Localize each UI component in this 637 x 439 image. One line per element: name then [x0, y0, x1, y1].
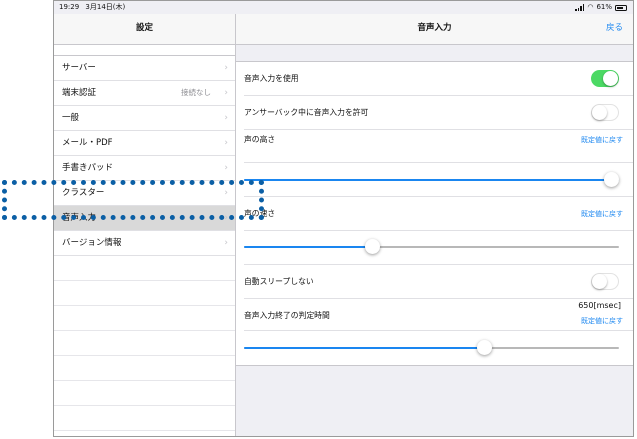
row-use-voice: 音声入力を使用 [244, 62, 633, 96]
row-voiceover: アンサーバック中に音声入力を許可 [244, 96, 633, 130]
main-header: 音声入力 戻る [236, 14, 633, 45]
empty-row [54, 331, 235, 356]
row-auto-sleep: 自動スリープしない [244, 265, 633, 299]
sidebar-item[interactable]: クラスター › [54, 181, 235, 206]
toggle-knob [592, 105, 607, 120]
row-pitch-slider [244, 163, 633, 197]
sidebar-item[interactable]: 端末認証 接続なし › [54, 81, 235, 106]
sidebar-title: 設定 [54, 14, 235, 45]
row-speed: 声の速さ 既定値に戻す [244, 197, 633, 231]
chevron-right-icon: › [224, 188, 228, 198]
chevron-right-icon: › [224, 63, 228, 73]
pitch-label: 声の高さ [244, 135, 276, 144]
sidebar-item-label: バージョン情報 [62, 238, 122, 248]
empty-row [54, 306, 235, 331]
toggle-knob [603, 71, 618, 86]
chevron-right-icon: › [224, 238, 228, 248]
speed-reset-link[interactable]: 既定値に戻す [581, 209, 623, 219]
empty-row [54, 281, 235, 306]
status-bar: 19:29 3月14日(木) ◠ 61% [54, 1, 633, 14]
ipad-screen: 19:29 3月14日(木) ◠ 61% 設定 サーバー › 端末認証 接続なし › 一般… [53, 0, 634, 437]
sidebar-item-label: サーバー [62, 63, 96, 73]
auto-sleep-label: 自動スリープしない [244, 277, 314, 286]
battery-icon [615, 4, 627, 11]
signal-icon [575, 4, 585, 11]
pitch-reset-link[interactable]: 既定値に戻す [581, 135, 623, 145]
slider-fill [244, 179, 619, 181]
slider-thumb[interactable] [477, 340, 492, 355]
auto-sleep-toggle[interactable] [591, 273, 619, 290]
end-time-slider[interactable] [244, 340, 619, 355]
use-voice-label: 音声入力を使用 [244, 74, 299, 83]
row-speed-slider [244, 231, 633, 265]
empty-row [54, 381, 235, 406]
slider-fill [244, 347, 484, 349]
chevron-right-icon: › [224, 88, 228, 98]
pitch-slider[interactable] [244, 172, 619, 187]
sidebar-item-label: 音声入力 [62, 213, 97, 223]
sidebar-item-label: 手書きパッド [62, 163, 114, 173]
empty-row [54, 406, 235, 431]
slider-thumb[interactable] [604, 172, 619, 187]
speed-slider[interactable] [244, 239, 619, 254]
chevron-right-icon: › [224, 138, 228, 148]
sidebar-item[interactable]: メール・PDF › [54, 131, 235, 156]
row-end-time-slider [244, 331, 633, 365]
sidebar-item-label: クラスター [62, 188, 105, 198]
end-time-reset-link[interactable]: 既定値に戻す [581, 316, 623, 326]
row-end-time: 音声入力終了の判定時間 650[msec] 既定値に戻す [244, 299, 633, 331]
voice-input-panel: 音声入力 戻る 音声入力を使用 アンサーバック中に音声入力を許可 声の高さ 既定… [236, 14, 633, 436]
settings-sidebar: 設定 サーバー › 端末認証 接続なし › 一般 › メール・PDF › 手書きパッド › クラスター… [54, 14, 236, 436]
voiceover-toggle[interactable] [591, 104, 619, 121]
slider-thumb[interactable] [364, 239, 380, 254]
chevron-right-icon: › [224, 163, 228, 173]
sidebar-item-label: 端末認証 [62, 88, 97, 98]
sidebar-item-label: メール・PDF [62, 138, 113, 148]
sidebar-item[interactable]: バージョン情報 › [54, 231, 235, 256]
voice-settings-group: 音声入力を使用 アンサーバック中に音声入力を許可 声の高さ 既定値に戻す 声の速… [236, 61, 633, 366]
sidebar-item-label: 一般 [62, 113, 80, 123]
sidebar-item-detail: 接続なし [181, 88, 211, 97]
status-time: 19:29 [59, 3, 80, 11]
speed-label: 声の速さ [244, 209, 276, 218]
empty-row [54, 256, 235, 281]
slider-fill [244, 246, 372, 248]
empty-row [54, 356, 235, 381]
status-date: 3月14日(木) [85, 3, 126, 11]
battery-percent: 61% [596, 3, 612, 11]
chevron-right-icon: › [224, 213, 228, 223]
end-time-label: 音声入力終了の判定時間 [244, 311, 330, 320]
chevron-right-icon: › [224, 113, 228, 123]
sidebar-item[interactable]: 音声入力 › [54, 206, 235, 231]
page-title: 音声入力 [417, 23, 452, 33]
toggle-knob [592, 274, 607, 289]
empty-row [54, 431, 235, 436]
back-button[interactable]: 戻る [606, 14, 623, 43]
sidebar-item[interactable]: 手書きパッド › [54, 156, 235, 181]
use-voice-toggle[interactable] [591, 70, 619, 87]
sidebar-list: サーバー › 端末認証 接続なし › 一般 › メール・PDF › 手書きパッド › クラスター › 音声… [54, 55, 235, 436]
sidebar-item[interactable]: サーバー › [54, 56, 235, 81]
end-time-value: 650[msec] [578, 301, 621, 310]
row-pitch: 声の高さ 既定値に戻す [244, 130, 633, 163]
voiceover-label: アンサーバック中に音声入力を許可 [244, 108, 369, 117]
wifi-icon: ◠ [587, 3, 594, 11]
sidebar-item[interactable]: 一般 › [54, 106, 235, 131]
